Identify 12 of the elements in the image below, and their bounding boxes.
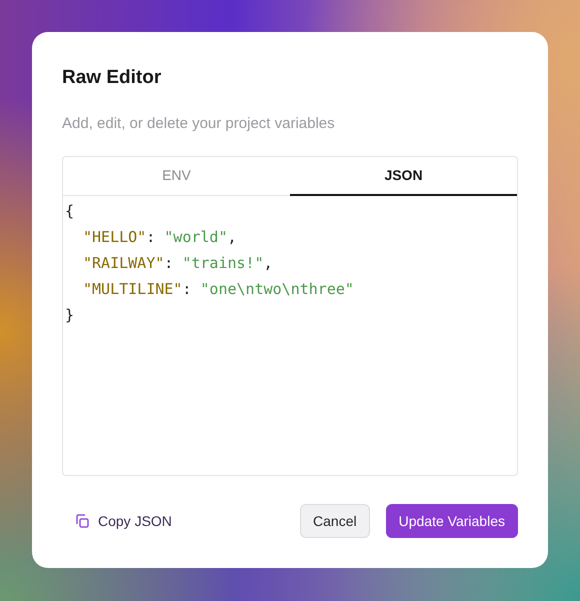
cancel-button[interactable]: Cancel xyxy=(300,504,370,538)
code-line: "HELLO": "world", xyxy=(83,227,237,248)
update-variables-button[interactable]: Update Variables xyxy=(386,504,518,538)
code-line: { xyxy=(65,201,74,222)
editor-tab[interactable]: JSON xyxy=(290,157,517,196)
dialog-subtitle: Add, edit, or delete your project variables xyxy=(62,114,335,134)
code-line: "MULTILINE": "one\ntwo\nthree" xyxy=(83,279,354,300)
code-line: } xyxy=(65,305,74,326)
copy-icon xyxy=(74,513,90,529)
code-line: "RAILWAY": "trains!", xyxy=(83,253,273,274)
copy-json-button[interactable]: Copy JSON xyxy=(62,504,184,538)
dialog-title: Raw Editor xyxy=(62,66,162,90)
